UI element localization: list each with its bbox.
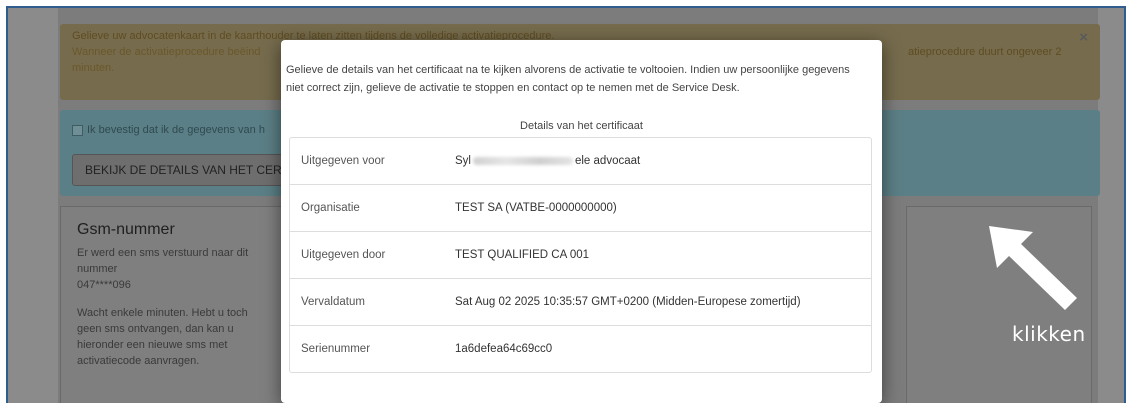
confirm-checkbox[interactable] [72,124,83,136]
row-value: 1a6defea64c69cc0 [455,343,553,355]
view-certificate-details-button[interactable]: BEKIJK DE DETAILS VAN HET CER [72,154,292,186]
redacted-name [472,156,573,165]
row-value: Sat Aug 02 2025 10:35:57 GMT+0200 (Midde… [455,296,801,308]
row-label: Uitgegeven voor [301,155,385,167]
row-label: Serienummer [301,343,371,355]
arrow-pointing-up-left-icon [989,226,1077,310]
table-row: Organisatie TEST SA (VATBE-0000000000) [290,185,871,232]
sms-card-wait-2: geen sms ontvangen, dan kan u [77,323,234,335]
row-value: TEST SA (VATBE-0000000000) [455,202,617,214]
row-value: Syl ele advocaat [455,155,641,167]
modal-subtitle: Details van het certificaat [520,120,643,132]
confirm-label: Ik bevestig dat ik de gegevens van h [87,124,265,136]
table-row: Serienummer 1a6defea64c69cc0 [290,326,871,372]
table-row: Uitgegeven voor Syl ele advocaat [290,138,871,185]
row-label: Uitgegeven door [301,249,386,261]
warning-line-2-right: atieprocedure duurt ongeveer 2 [908,46,1062,58]
sms-card-wait-4: activatiecode aanvragen. [77,355,200,367]
modal-intro-text: Gelieve de details van het certificaat n… [286,64,850,94]
sms-card: Gsm-nummer Er werd een sms verstuurd naa… [60,206,300,403]
certificate-details-modal: Gelieve de details van het certificaat n… [281,40,882,403]
sms-card-text-2: nummer [77,263,118,275]
sms-card-wait-1: Wacht enkele minuten. Hebt u toch [77,307,248,319]
certificate-details-table: Uitgegeven voor Syl ele advocaat Organisa… [289,137,872,373]
table-row: Vervaldatum Sat Aug 02 2025 10:35:57 GMT… [290,279,871,326]
close-icon[interactable]: × [1079,30,1088,46]
sms-card-title: Gsm-nummer [77,221,175,238]
row-value: TEST QUALIFIED CA 001 [455,249,590,261]
sms-card-wait-3: hieronder een nieuwe sms met [77,339,228,351]
annotation-label: klikken [1012,322,1086,346]
sms-card-text-1: Er werd een sms verstuurd naar dit [77,247,249,259]
row-label: Vervaldatum [301,296,365,308]
row-label: Organisatie [301,202,360,214]
sms-card-number: 047****096 [77,279,131,291]
confirm-checkbox-row[interactable]: Ik bevestig dat ik de gegevens van h [72,124,265,136]
table-row: Uitgegeven door TEST QUALIFIED CA 001 [290,232,871,279]
